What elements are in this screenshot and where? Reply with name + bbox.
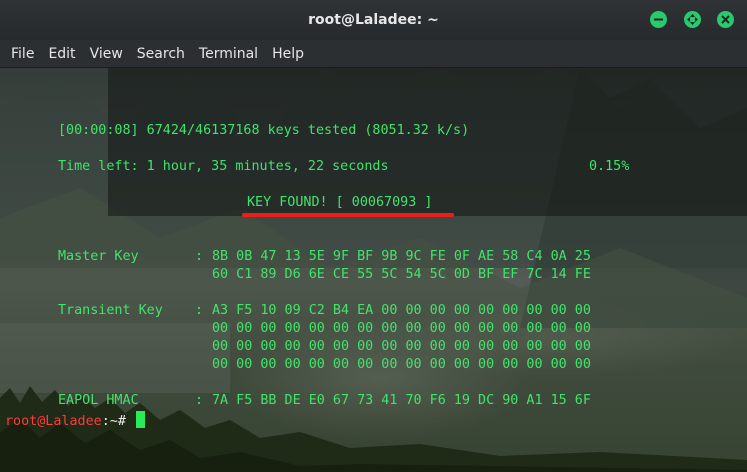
terminal-output-area[interactable]: [00:00:08] 67424/46137168 keys tested (8… [0,68,747,472]
master-key-line: 60 C1 89 D6 6E CE 55 5C 54 5C 0D BF EF 7… [212,267,591,282]
transient-key-separator: : [195,303,204,318]
eapol-hmac-label: EAPOL HMAC [58,393,139,408]
key-found-line: KEY FOUND! [ 00067093 ] [247,195,433,210]
terminal-text: [00:00:08] 67424/46137168 keys tested (8… [0,68,747,472]
prompt-path: :~ [101,414,118,429]
master-key-line: 8B 0B 47 13 5E 9F BF 9B 9C FE 0F AE 58 C… [212,249,591,264]
time-left-line: Time left: 1 hour, 35 minutes, 22 second… [58,159,389,174]
master-key-separator: : [195,249,204,264]
eapol-hmac-value: 7A F5 BB DE E0 67 73 41 70 F6 19 DC 90 A… [212,393,591,408]
menu-edit[interactable]: Edit [41,42,82,66]
menu-help[interactable]: Help [265,42,311,66]
transient-key-line: 00 00 00 00 00 00 00 00 00 00 00 00 00 0… [212,321,591,336]
transient-key-line: 00 00 00 00 00 00 00 00 00 00 00 00 00 0… [212,357,591,372]
master-key-label: Master Key [58,249,139,264]
progress-line: [00:00:08] 67424/46137168 keys tested (8… [58,123,470,138]
prompt-user-host: root@Laladee [5,414,102,429]
key-found-underline [242,213,454,217]
maximize-icon[interactable] [684,11,701,28]
close-icon[interactable] [717,11,734,28]
terminal-window: root@Laladee: ~ File Edit View Search Te… [0,0,747,472]
window-title: root@Laladee: ~ [308,12,439,28]
shell-prompt[interactable]: root@Laladee:~# [5,411,145,430]
transient-key-line: A3 F5 10 09 C2 B4 EA 00 00 00 00 00 00 0… [212,303,591,318]
minimize-icon[interactable] [650,11,667,28]
menu-bar: File Edit View Search Terminal Help [0,40,747,68]
text-cursor [136,411,145,428]
title-bar[interactable]: root@Laladee: ~ [0,0,747,40]
menu-terminal[interactable]: Terminal [192,42,265,66]
menu-file[interactable]: File [4,42,41,66]
transient-key-line: 00 00 00 00 00 00 00 00 00 00 00 00 00 0… [212,339,591,354]
eapol-hmac-separator: : [195,393,204,408]
transient-key-label: Transient Key [58,303,163,318]
prompt-symbol: # [117,414,126,429]
menu-search[interactable]: Search [130,42,192,66]
menu-view[interactable]: View [83,42,130,66]
percent-complete: 0.15% [589,159,630,174]
